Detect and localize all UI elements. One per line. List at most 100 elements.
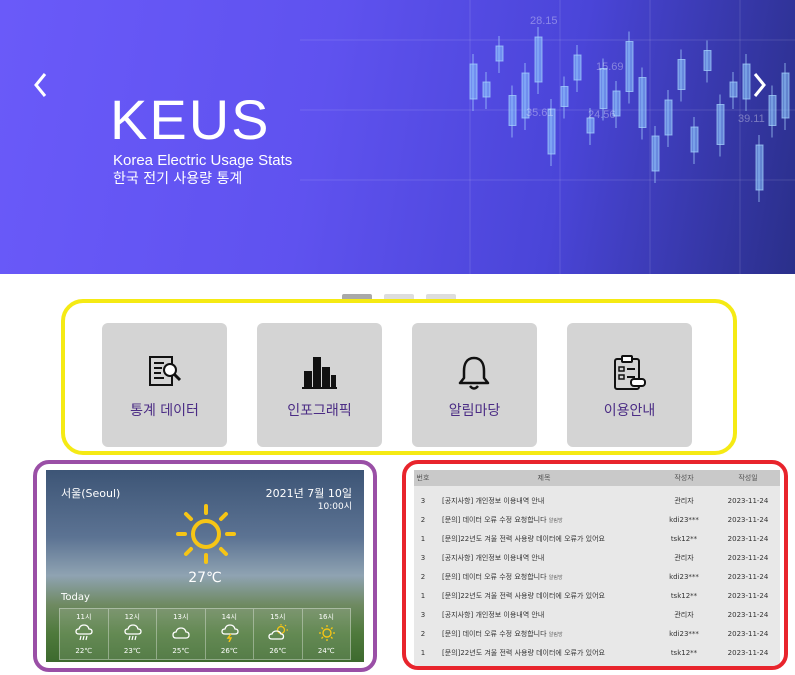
hourly-hour: 16시	[318, 613, 334, 621]
hourly-item: 13시 25℃	[157, 609, 206, 659]
row-no: 1	[420, 535, 426, 543]
hourly-temp: 26℃	[220, 647, 238, 655]
candle-body	[690, 126, 699, 153]
quick-menu-infographic[interactable]: 인포그래픽	[257, 323, 382, 447]
header-no: 번호	[416, 474, 430, 482]
sun-icon	[176, 504, 236, 564]
new-badge: 알림방	[548, 575, 563, 581]
row-title: [문의] 데이터 오류 수정 요청합니다	[442, 573, 547, 581]
hero-banner: 28.15 24.56 39.11 15.69 35.61 KEUS Korea…	[0, 0, 795, 274]
hourly-temp: 25℃	[172, 647, 190, 655]
hourly-temp: 26℃	[269, 647, 287, 655]
sun-icon	[318, 625, 335, 641]
table-row[interactable]: 1 [문의]22년도 겨울 전력 사용량 데이터에 오류가 있어요 tsk12** 2…	[414, 587, 780, 606]
candle-body	[781, 72, 790, 119]
table-row[interactable]: 1 [문의]22년도 겨울 전력 사용량 데이터에 오류가 있어요 tsk12** 2…	[414, 530, 780, 549]
bell-icon	[458, 356, 490, 390]
table-row[interactable]: 2 [문의] 데이터 오류 수정 요청합니다 알림방 kdi23*** 2023-11…	[414, 568, 780, 587]
carousel-next-button[interactable]	[746, 70, 772, 100]
row-title-wrap[interactable]: [문의] 데이터 오류 수정 요청합니다 알림방	[442, 511, 563, 531]
header-date: 작성일	[738, 474, 758, 482]
row-date: 2023-11-24	[727, 611, 769, 619]
weather-current-temp: 27℃	[188, 570, 222, 586]
table-row[interactable]: 3 [공지사항] 개인정보 이용내역 안내 관리자 2023-11-24	[414, 549, 780, 568]
board-header: 번호 제목 작성자 작성일	[414, 470, 780, 486]
candle-body	[729, 81, 738, 98]
bg-number: 35.61	[526, 107, 554, 119]
page: 28.15 24.56 39.11 15.69 35.61 KEUS Korea…	[0, 0, 795, 675]
candle-body	[534, 36, 543, 83]
row-date: 2023-11-24	[727, 554, 769, 562]
hourly-hour: 13시	[173, 613, 189, 621]
hourly-temp: 23℃	[123, 647, 141, 655]
bg-number: 24.56	[588, 109, 616, 121]
table-row[interactable]: 3 [공지사항] 개인정보 이용내역 안내 관리자 2023-11-24	[414, 606, 780, 625]
table-row[interactable]: 2 [문의] 데이터 오류 수정 요청합니다 알림방 kdi23*** 2023-11…	[414, 625, 780, 644]
row-date: 2023-11-24	[727, 497, 769, 505]
candle-body	[703, 50, 712, 71]
hourly-hour: 15시	[270, 613, 286, 621]
carousel-prev-button[interactable]	[28, 70, 54, 100]
hourly-item: 14시 26℃	[206, 609, 254, 659]
board-table: 번호 제목 작성자 작성일 3 [공지사항] 개인정보 이용내역 안내 관리자 202…	[414, 470, 780, 666]
row-writer: kdi23***	[669, 573, 699, 581]
row-title: [문의] 데이터 오류 수정 요청합니다	[442, 516, 547, 524]
row-writer: 관리자	[674, 554, 694, 562]
hero-subtitle-ko: 한국 전기 사용량 통계	[113, 171, 243, 187]
rain-cloud-icon	[123, 624, 142, 641]
quick-menu-label: 인포그래픽	[287, 403, 352, 419]
candle-body	[664, 99, 673, 136]
header-title: 제목	[537, 474, 551, 482]
candle-body	[651, 135, 660, 172]
hourly-hour: 12시	[124, 613, 140, 621]
row-writer: tsk12**	[670, 592, 698, 600]
quick-menu-notice[interactable]: 알림마당	[412, 323, 537, 447]
bg-number: 15.69	[596, 61, 624, 73]
quick-menu-guide[interactable]: 이용안내	[567, 323, 692, 447]
row-no: 2	[420, 573, 426, 581]
bg-number: 28.15	[530, 15, 558, 27]
new-badge: 알림방	[548, 518, 563, 524]
notice-board: 번호 제목 작성자 작성일 3 [공지사항] 개인정보 이용내역 안내 관리자 202…	[402, 460, 788, 670]
quick-menu: 통계 데이터 인포그래픽 알림마당 이용안내	[61, 299, 737, 455]
partly-sunny-icon	[268, 624, 288, 640]
row-title-wrap[interactable]: [문의] 데이터 오류 수정 요청합니다 알림방	[442, 568, 563, 588]
hourly-temp: 24℃	[317, 647, 335, 655]
row-title: [문의]22년도 겨울 전력 사용량 데이터에 오류가 있어요	[442, 592, 605, 600]
candle-body	[573, 54, 582, 81]
candle-body	[599, 68, 608, 109]
row-title-wrap[interactable]: [문의] 데이터 오류 수정 요청합니다 알림방	[442, 625, 563, 645]
chevron-left-icon	[34, 73, 47, 97]
hourly-item: 16시 24℃	[303, 609, 351, 659]
quick-menu-label: 통계 데이터	[130, 403, 199, 419]
hourly-hour: 11시	[76, 613, 92, 621]
row-no: 3	[420, 554, 426, 562]
row-writer: kdi23***	[669, 630, 699, 638]
thunder-cloud-icon	[220, 624, 239, 642]
row-title: [공지사항] 개인정보 이용내역 안내	[442, 611, 545, 619]
weather-today-label: Today	[61, 592, 90, 603]
row-writer: 관리자	[674, 497, 694, 505]
hourly-hour: 14시	[221, 613, 237, 621]
row-title: [공지사항] 개인정보 이용내역 안내	[442, 497, 545, 505]
rain-cloud-icon	[75, 624, 93, 641]
candle-body	[560, 86, 569, 107]
row-title: [문의] 데이터 오류 수정 요청합니다	[442, 630, 547, 638]
quick-menu-stats-data[interactable]: 통계 데이터	[102, 323, 227, 447]
weather-time: 10:00시	[317, 502, 352, 512]
row-date: 2023-11-24	[727, 535, 769, 543]
row-date: 2023-11-24	[727, 630, 769, 638]
table-row[interactable]: 3 [공지사항] 개인정보 이용내역 안내 관리자 2023-11-24	[414, 492, 780, 511]
table-row[interactable]: 2 [문의] 데이터 오류 수정 요청합니다 알림방 kdi23*** 2023-11…	[414, 511, 780, 530]
row-no: 1	[420, 649, 426, 657]
table-row[interactable]: 1 [문의]22년도 겨울 전력 사용량 데이터에 오류가 있어요 tsk12** 2…	[414, 644, 780, 663]
candle-body	[677, 59, 686, 90]
candle-body	[469, 63, 478, 100]
weather-widget: 서울(Seoul) 2021년 7월 10일 10:00시 27℃ Today …	[33, 460, 377, 672]
hourly-item: 11시 22℃	[60, 609, 109, 659]
row-no: 3	[420, 611, 426, 619]
row-no: 2	[420, 630, 426, 638]
row-no: 3	[420, 497, 426, 505]
bg-number: 39.11	[738, 113, 765, 125]
candle-body	[495, 45, 504, 62]
